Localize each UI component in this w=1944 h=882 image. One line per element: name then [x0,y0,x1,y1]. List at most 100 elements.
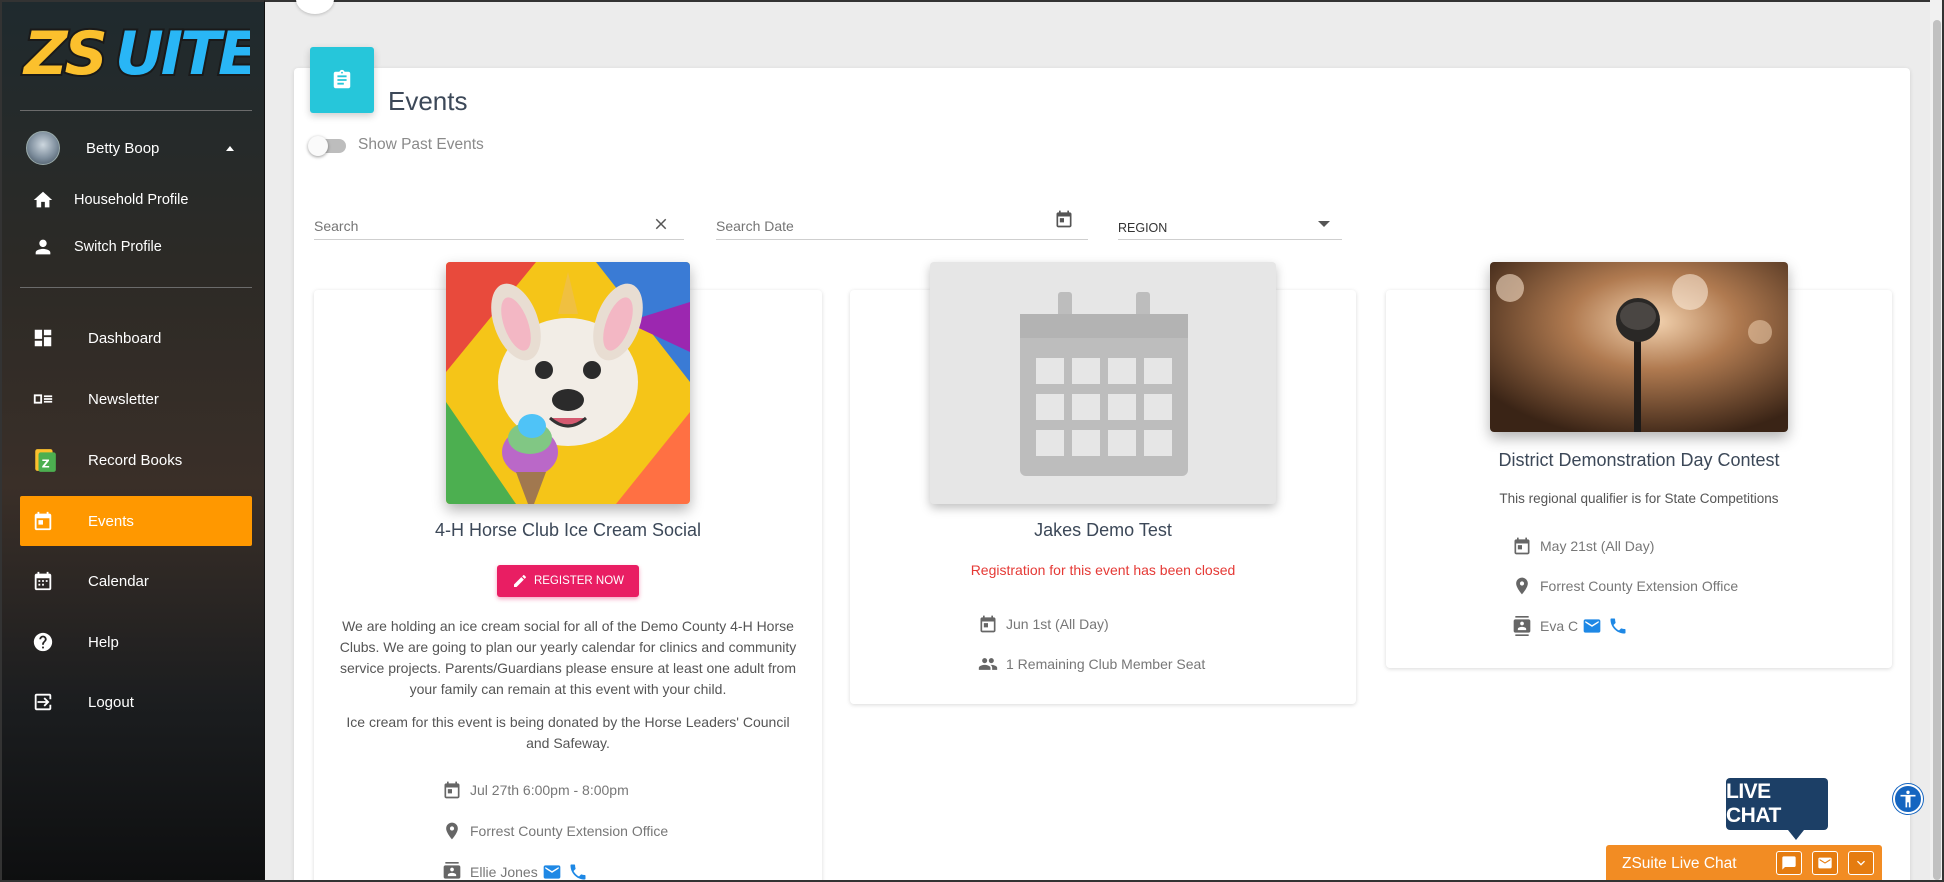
svg-text:UITE: UITE [115,19,250,89]
event-location-text: Forrest County Extension Office [470,823,669,839]
help-icon [33,632,53,652]
live-chat-bar[interactable]: ZSuite Live Chat [1606,845,1882,882]
sidebar-item-help[interactable]: Help [20,617,252,667]
phone-icon[interactable] [568,862,588,882]
window-frame-top [0,0,1944,2]
top-fab[interactable] [296,0,334,14]
event-seats-text: 1 Remaining Club Member Seat [1006,656,1206,672]
event-date-text: May 21st (All Day) [1540,538,1655,554]
logout-icon [34,693,52,711]
sidebar-item-switch-profile[interactable]: Switch Profile [32,236,162,258]
accessibility-icon [1900,790,1916,808]
event-title[interactable]: Jakes Demo Test [850,520,1356,541]
event-contact: Eva C [1512,616,1630,636]
event-contact-name: Eva C [1540,618,1579,634]
event-date-text: Jun 1st (All Day) [1006,616,1109,632]
newsletter-icon [33,394,53,404]
event-contact: Ellie Jones [442,862,590,882]
sidebar-item-dashboard[interactable]: Dashboard [20,313,252,363]
event-date: May 21st (All Day) [1512,536,1654,556]
chevron-down-icon [1318,221,1330,227]
chat-icon [1782,856,1796,870]
accessibility-button[interactable] [1893,784,1923,814]
search-input[interactable] [314,218,629,234]
sidebar-item-label: Switch Profile [74,239,162,255]
chat-message-button[interactable] [1776,851,1802,875]
sidebar-item-household-profile[interactable]: Household Profile [32,189,188,211]
sidebar-item-events[interactable]: Events [20,496,252,546]
event-location: Forrest County Extension Office [1512,576,1738,596]
sidebar-divider [20,110,252,111]
event-date: Jul 27th 6:00pm - 8:00pm [442,780,629,800]
show-past-events-toggle[interactable] [308,136,346,156]
sidebar-item-label: Household Profile [74,192,189,208]
live-chat-label: ZSuite Live Chat [1622,854,1737,872]
chat-email-button[interactable] [1812,851,1838,875]
event-image[interactable] [1490,262,1788,432]
close-icon[interactable] [652,215,670,233]
live-chat-bubble[interactable]: LIVE CHAT [1726,778,1828,840]
person-icon [35,239,51,255]
email-icon[interactable] [1582,616,1602,636]
dog-ice-cream-image [446,262,690,504]
register-now-button[interactable]: REGISTER NOW [497,565,639,597]
calendar-icon[interactable] [1054,209,1074,229]
contact-card-icon [443,862,461,882]
calendar-icon [980,615,996,633]
event-date-text: Jul 27th 6:00pm - 8:00pm [470,782,629,798]
chat-minimize-button[interactable] [1848,851,1874,875]
date-field [716,210,1088,240]
event-title[interactable]: 4-H Horse Club Ice Cream Social [314,520,822,541]
event-location-text: Forrest County Extension Office [1540,578,1739,594]
show-past-events-label: Show Past Events [358,136,484,153]
calendar-icon [34,571,52,591]
phone-icon[interactable] [1608,616,1628,636]
sidebar-item-label: Dashboard [88,329,162,347]
sidebar-item-logout[interactable]: Logout [20,677,252,727]
event-title[interactable]: District Demonstration Day Contest [1386,450,1892,471]
sidebar-item-label: Logout [88,693,134,711]
avatar [26,131,60,165]
header-icon-box [310,47,374,113]
region-label: REGION [1118,221,1168,235]
search-field [314,210,684,240]
user-name: Betty Boop [86,139,160,157]
event-location: Forrest County Extension Office [442,821,668,841]
event-image-placeholder[interactable] [930,262,1276,504]
sidebar-item-calendar[interactable]: Calendar [20,556,252,606]
region-select[interactable]: REGION [1118,210,1342,240]
search-date-input[interactable] [716,218,1033,234]
user-menu[interactable]: Betty Boop [26,130,246,166]
register-now-label: REGISTER NOW [533,575,625,587]
event-image[interactable] [446,262,690,504]
event-contact-name: Ellie Jones [470,864,538,880]
svg-text:Z: Z [42,458,50,471]
clipboard-icon [333,69,351,89]
sidebar-item-label: Record Books [88,451,183,469]
home-icon [33,191,53,208]
calendar-placeholder-icon [1020,292,1188,476]
chevron-down-icon [1857,860,1865,866]
registration-closed-text: Registration for this event has been clo… [970,562,1236,578]
group-icon [978,658,998,670]
scroll-thumb[interactable] [1933,20,1941,880]
page-title: Events [388,86,468,116]
event-date: Jun 1st (All Day) [978,614,1109,634]
sidebar-item-label: Help [88,633,119,651]
svg-text:ZS: ZS [22,19,105,89]
email-icon[interactable] [542,862,562,882]
event-description-extra: Ice cream for this event is being donate… [346,714,790,751]
sidebar-divider [20,287,252,288]
event-seats: 1 Remaining Club Member Seat [978,654,1205,674]
zsuite-logo[interactable]: ZS UITE [20,16,250,90]
location-pin-icon [446,822,458,840]
email-icon [1818,857,1832,869]
calendar-icon [444,781,460,799]
pencil-icon [513,575,526,587]
microphone-image [1490,262,1788,432]
event-description: We are holding an ice cream social for a… [339,618,797,697]
location-pin-icon [1516,577,1528,595]
contact-card-icon [1513,616,1531,636]
sidebar-item-newsletter[interactable]: Newsletter [20,374,252,424]
sidebar-item-record-books[interactable]: Z Record Books [20,435,252,485]
